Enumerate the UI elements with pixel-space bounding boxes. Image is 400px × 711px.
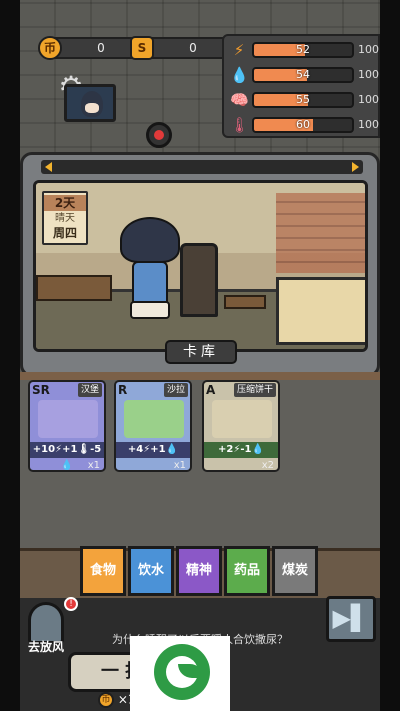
calendar-weekday: 周四 bbox=[52, 226, 77, 240]
ticket-icon: S bbox=[130, 36, 154, 60]
card-name: 压缩饼干 bbox=[233, 383, 276, 397]
coin-icon: 币 bbox=[38, 36, 62, 60]
energy-max: 100 bbox=[358, 43, 379, 56]
toilet bbox=[130, 301, 170, 319]
right-border bbox=[380, 0, 400, 711]
brain-icon: 🧠 bbox=[230, 91, 249, 109]
tab-spirit[interactable]: 精神 bbox=[176, 546, 222, 596]
water-drop-icon: 💧 bbox=[230, 66, 249, 84]
biscuit-icon bbox=[212, 400, 272, 438]
arrow-left-icon bbox=[45, 162, 52, 172]
card-count: x1 bbox=[173, 460, 186, 471]
tab-coal[interactable]: 煤炭 bbox=[272, 546, 318, 596]
storage-title: 卡库 bbox=[165, 340, 237, 364]
stats-panel: ⚡ 52 100 💧 54 100 🧠 55 100 🌡 60 100 bbox=[222, 34, 380, 138]
water-value: 54 bbox=[296, 68, 310, 81]
energy-value: 52 bbox=[296, 43, 310, 56]
room-scene: 2天 晴天 周四 bbox=[33, 180, 368, 352]
salad-icon bbox=[124, 400, 184, 438]
wooden-table bbox=[36, 275, 112, 301]
storage-shelf bbox=[20, 372, 380, 380]
tab-medicine[interactable]: 药品 bbox=[224, 546, 270, 596]
coin-counter: 币 0 bbox=[38, 36, 142, 60]
card-rarity: A bbox=[206, 383, 216, 397]
card-count: x2 bbox=[261, 460, 274, 471]
time-ruler bbox=[41, 160, 363, 174]
notification-badge: ! bbox=[64, 597, 78, 611]
stat-energy: ⚡ 52 100 bbox=[230, 40, 380, 60]
card-hamburger[interactable]: SR 汉堡 +10⚡+1🌡-5💧 x1 bbox=[28, 380, 106, 472]
next-button[interactable]: ▶▌ bbox=[326, 596, 376, 642]
exposed-bricks bbox=[276, 193, 365, 273]
stove[interactable] bbox=[180, 243, 218, 317]
ticket-value: 0 bbox=[189, 41, 197, 55]
card-name: 沙拉 bbox=[163, 383, 188, 397]
camera-icon bbox=[146, 122, 172, 148]
player-character[interactable] bbox=[120, 217, 180, 321]
card-biscuit[interactable]: A 压缩饼干 +2⚡-1💧 x2 bbox=[202, 380, 280, 472]
temperature-value: 60 bbox=[296, 118, 310, 131]
bed[interactable] bbox=[276, 277, 365, 345]
wooden-stool bbox=[224, 295, 266, 309]
coin-value: 0 bbox=[97, 41, 105, 55]
lightning-icon: ⚡ bbox=[233, 41, 245, 59]
stat-temperature: 🌡 60 100 bbox=[230, 115, 380, 135]
stat-mind: 🧠 55 100 bbox=[230, 90, 380, 110]
card-rarity: R bbox=[118, 383, 128, 397]
water-max: 100 bbox=[358, 68, 379, 81]
card-effect: +4⚡+1💧 bbox=[116, 442, 190, 458]
tab-water[interactable]: 饮水 bbox=[128, 546, 174, 596]
calendar-weather: 晴天 bbox=[55, 213, 75, 224]
monitor-screen bbox=[64, 84, 116, 122]
tab-food[interactable]: 食物 bbox=[80, 546, 126, 596]
card-count: x1 bbox=[87, 460, 100, 471]
mind-max: 100 bbox=[358, 93, 379, 106]
thermometer-icon: 🌡 bbox=[230, 116, 250, 134]
card-name: 汉堡 bbox=[77, 383, 102, 397]
ticket-counter: S 0 bbox=[130, 36, 234, 60]
mind-value: 55 bbox=[296, 93, 310, 106]
left-border bbox=[0, 0, 20, 711]
calendar: 2天 晴天 周四 bbox=[42, 191, 88, 245]
monitor-face bbox=[81, 91, 103, 117]
card-effect: +2⚡-1💧 bbox=[204, 442, 278, 458]
temperature-max: 100 bbox=[358, 118, 379, 131]
go-out-label[interactable]: 去放风 bbox=[28, 638, 64, 655]
coin-icon: 币 bbox=[98, 692, 114, 708]
character-head bbox=[120, 217, 180, 263]
stat-water: 💧 54 100 bbox=[230, 65, 380, 85]
card-rarity: SR bbox=[32, 383, 50, 397]
card-salad[interactable]: R 沙拉 +4⚡+1💧 x1 bbox=[114, 380, 192, 472]
card-effect: +10⚡+1🌡-5💧 bbox=[30, 442, 104, 471]
calendar-day: 2天 bbox=[44, 195, 86, 211]
game-stage: 币 0 S 0 ⚡ 52 100 💧 54 100 🧠 55 100 🌡 60 bbox=[20, 0, 380, 711]
arrow-right-icon bbox=[352, 162, 359, 172]
app-logo bbox=[130, 636, 230, 711]
hamburger-icon bbox=[38, 400, 98, 438]
